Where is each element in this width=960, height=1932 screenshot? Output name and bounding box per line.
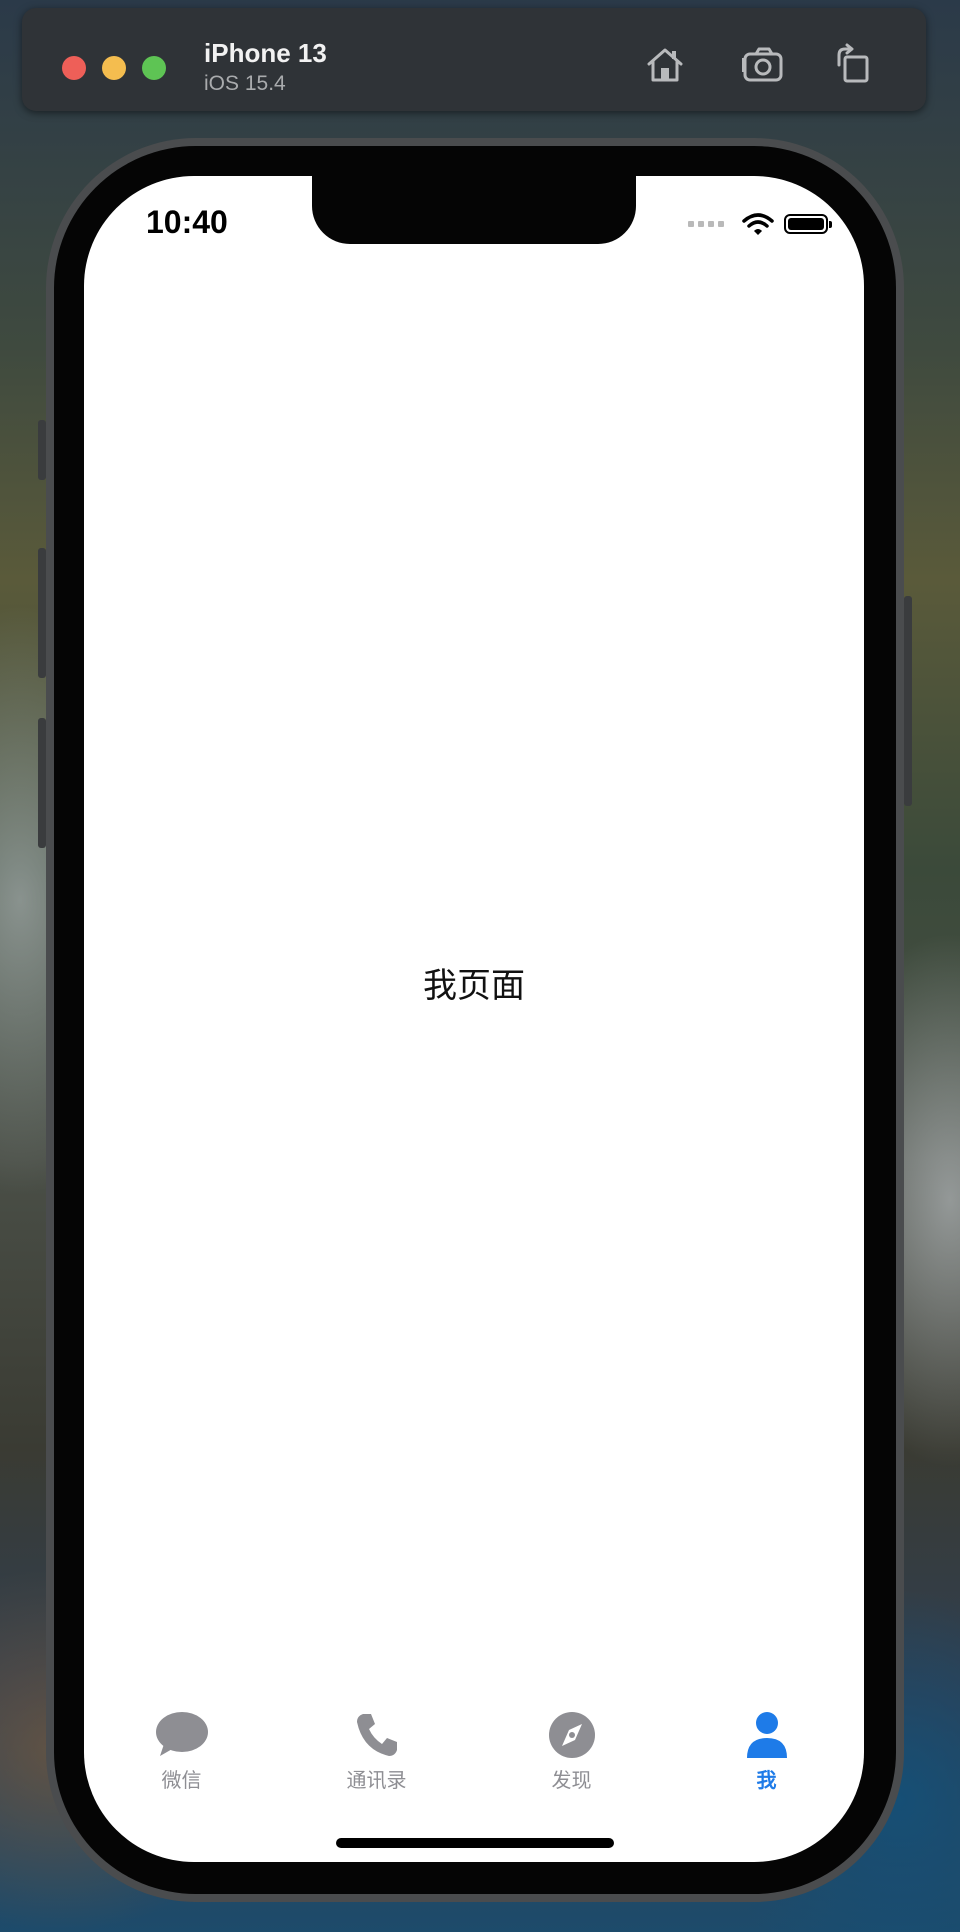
tab-label-wechat: 微信 [161, 1768, 202, 1792]
close-window-button[interactable] [62, 56, 86, 80]
home-icon [647, 48, 683, 82]
phone-icon [356, 1714, 397, 1756]
wifi-icon [742, 213, 774, 235]
chat-bubble-icon [155, 1712, 208, 1756]
battery-icon [784, 214, 832, 234]
rotate-button[interactable] [828, 40, 878, 90]
tab-discover[interactable]: 发现 [482, 1710, 662, 1810]
os-version: iOS 15.4 [204, 72, 286, 95]
power-button [904, 596, 912, 806]
status-icons [688, 212, 832, 236]
tab-wechat[interactable]: 微信 [92, 1710, 272, 1810]
mute-switch [38, 420, 46, 480]
tab-label-contacts: 通讯录 [346, 1768, 407, 1792]
tab-contacts[interactable]: 通讯录 [287, 1710, 467, 1810]
compass-icon [548, 1712, 595, 1758]
tab-bar: 微信 通讯录 发现 我 [84, 1710, 864, 1810]
zoom-window-button[interactable] [142, 56, 166, 80]
simulator-toolbar: iPhone 13 iOS 15.4 [22, 8, 926, 111]
volume-down-button [38, 718, 46, 848]
minimize-window-button[interactable] [102, 56, 126, 80]
home-button[interactable] [640, 40, 690, 90]
device-name: iPhone 13 [204, 38, 327, 68]
home-indicator[interactable] [336, 1838, 614, 1848]
screenshot-button[interactable] [738, 40, 788, 90]
tab-label-discover: 发现 [551, 1768, 592, 1792]
camera-icon [742, 47, 783, 82]
tab-me[interactable]: 我 [677, 1710, 857, 1810]
tab-label-me: 我 [756, 1768, 777, 1792]
volume-up-button [38, 548, 46, 678]
rotate-icon [837, 43, 869, 83]
cellular-signal-icon [688, 221, 724, 227]
page-title: 我页面 [423, 966, 525, 1006]
status-time: 10:40 [146, 204, 228, 240]
phone-screen: 10:40 我页面 微信 通讯录 发现 我 [84, 176, 864, 1862]
person-icon [746, 1712, 787, 1758]
notch [312, 176, 636, 244]
